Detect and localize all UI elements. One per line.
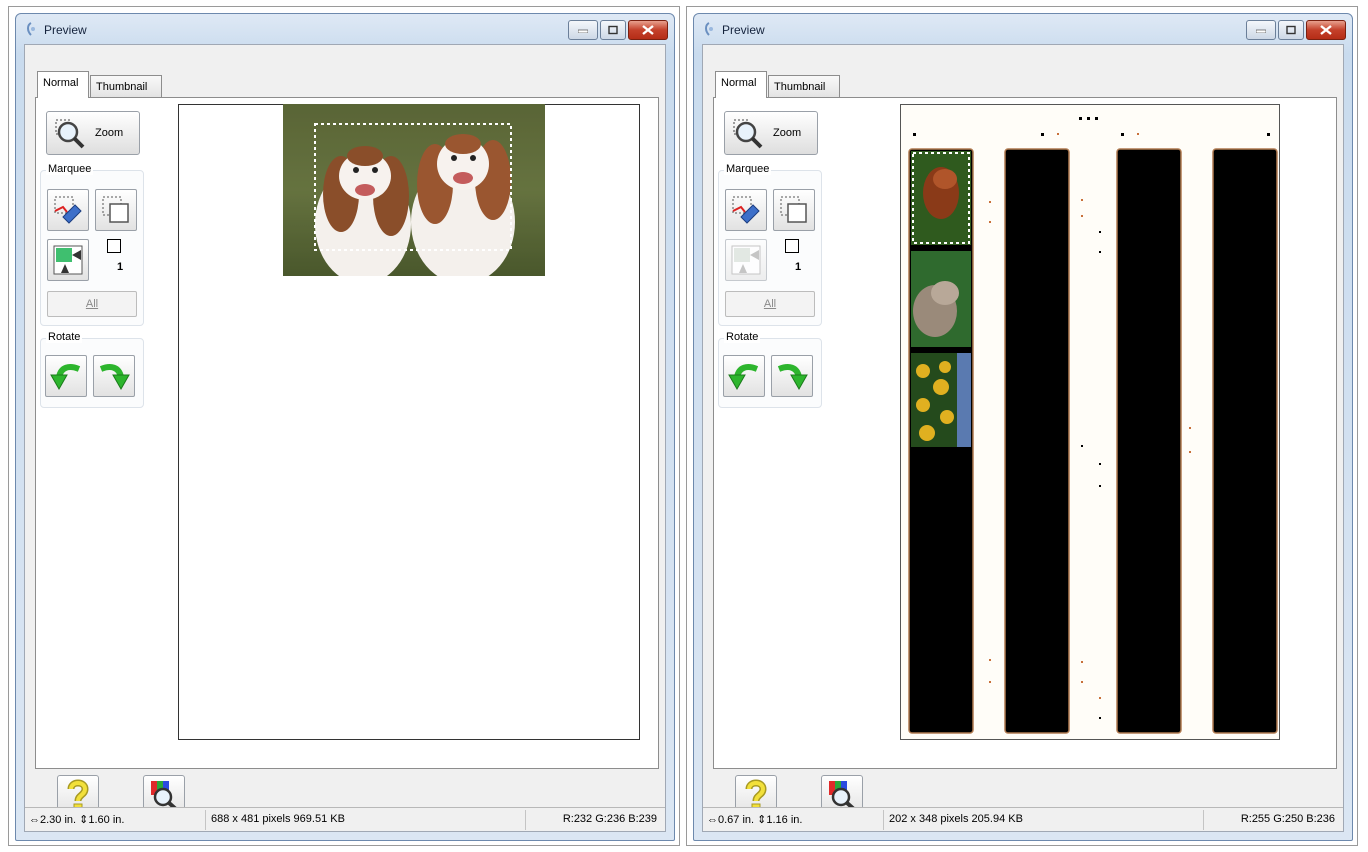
marquee-count-box bbox=[785, 239, 799, 253]
marquee-group-label: Marquee bbox=[724, 163, 772, 175]
marquee-count: 1 bbox=[795, 261, 802, 273]
minimize-button[interactable] bbox=[1246, 20, 1276, 40]
preview-area[interactable] bbox=[178, 104, 640, 740]
marquee-count-box bbox=[107, 239, 121, 253]
minimize-button[interactable] bbox=[568, 20, 598, 40]
rotate-group: Rotate bbox=[40, 331, 144, 408]
status-scan-size: ⇔2.30 in. ⇕1.60 in. bbox=[29, 814, 125, 826]
zoom-label: Zoom bbox=[773, 127, 802, 139]
duplicate-marquee-icon bbox=[780, 196, 807, 223]
auto-locate-button[interactable] bbox=[47, 239, 89, 281]
create-marquee-button[interactable] bbox=[47, 189, 89, 231]
rotate-group-label: Rotate bbox=[724, 331, 761, 343]
preview-area[interactable] bbox=[900, 104, 1280, 740]
duplicate-marquee-button[interactable] bbox=[773, 189, 815, 231]
window-client-area: Normal Thumbnail Zoom Marquee 1 All Rota… bbox=[702, 44, 1344, 832]
title-bar[interactable]: Preview bbox=[694, 14, 1352, 44]
status-scan-size: ⇔0.67 in. ⇕1.16 in. bbox=[707, 814, 803, 826]
tool-column: Zoom Marquee 1 All Rotate bbox=[36, 98, 176, 768]
close-button[interactable] bbox=[628, 20, 668, 40]
auto-locate-button[interactable] bbox=[725, 239, 767, 281]
window-title: Preview bbox=[722, 23, 765, 37]
marquee-group: Marquee 1 All bbox=[718, 163, 822, 326]
maximize-button[interactable] bbox=[1278, 20, 1304, 40]
rotate-left-button[interactable] bbox=[45, 355, 87, 397]
marquee-count: 1 bbox=[117, 261, 124, 273]
auto-locate-icon bbox=[731, 245, 761, 275]
marquee-group-label: Marquee bbox=[46, 163, 94, 175]
marquee-group: Marquee 1 All bbox=[40, 163, 144, 326]
minimize-icon bbox=[1256, 29, 1266, 33]
close-icon bbox=[1320, 25, 1332, 35]
minimize-icon bbox=[578, 29, 588, 33]
preview-window: Preview Normal Thumbnail Zoom Marquee 1 … bbox=[693, 13, 1353, 841]
rotate-right-button[interactable] bbox=[93, 355, 135, 397]
window-title: Preview bbox=[44, 23, 87, 37]
rotate-left-button[interactable] bbox=[723, 355, 765, 397]
status-pixels: 688 x 481 pixels 969.51 KB bbox=[211, 813, 345, 825]
auto-locate-icon bbox=[53, 245, 83, 275]
tool-column: Zoom Marquee 1 All Rotate bbox=[714, 98, 854, 768]
magnifier-icon bbox=[55, 119, 85, 149]
maximize-button[interactable] bbox=[600, 20, 626, 40]
close-icon bbox=[642, 25, 654, 35]
tab-panel: Zoom Marquee 1 All Rotate bbox=[35, 97, 659, 769]
rotate-right-icon bbox=[99, 364, 130, 391]
all-button[interactable]: All bbox=[47, 291, 137, 317]
rotate-group: Rotate bbox=[718, 331, 822, 408]
preview-window: Preview Normal Thumbnail Zoom Marquee 1 … bbox=[15, 13, 675, 841]
close-button[interactable] bbox=[1306, 20, 1346, 40]
all-button[interactable]: All bbox=[725, 291, 815, 317]
left-screenshot-frame: Preview Normal Thumbnail Zoom Marquee 1 … bbox=[8, 6, 680, 846]
dogs-photo-preview[interactable] bbox=[283, 104, 545, 276]
rotate-right-icon bbox=[777, 364, 808, 391]
status-divider bbox=[205, 810, 206, 830]
status-divider bbox=[1203, 810, 1204, 830]
scanner-icon bbox=[27, 22, 35, 36]
status-bar: ⇔0.67 in. ⇕1.16 in. 202 x 348 pixels 205… bbox=[703, 807, 1343, 831]
duplicate-marquee-icon bbox=[102, 196, 129, 223]
status-bar: ⇔2.30 in. ⇕1.60 in. 688 x 481 pixels 969… bbox=[25, 807, 665, 831]
maximize-icon bbox=[1286, 25, 1296, 35]
right-screenshot-frame: Preview Normal Thumbnail Zoom Marquee 1 … bbox=[686, 6, 1358, 846]
scanner-icon bbox=[705, 22, 713, 36]
status-rgb: R:232 G:236 B:239 bbox=[562, 813, 657, 825]
zoom-button[interactable]: Zoom bbox=[724, 111, 818, 155]
status-pixels: 202 x 348 pixels 205.94 KB bbox=[889, 813, 1023, 825]
tab-thumbnail[interactable]: Thumbnail bbox=[90, 75, 162, 97]
rotate-left-icon bbox=[728, 364, 759, 391]
status-divider bbox=[525, 810, 526, 830]
film-strips-preview[interactable] bbox=[901, 105, 1279, 739]
window-client-area: Normal Thumbnail Zoom Marquee 1 All Rota… bbox=[24, 44, 666, 832]
tab-panel: Zoom Marquee 1 All Rotate bbox=[713, 97, 1337, 769]
create-marquee-button[interactable] bbox=[725, 189, 767, 231]
tab-normal[interactable]: Normal bbox=[37, 71, 89, 98]
status-divider bbox=[883, 810, 884, 830]
status-rgb: R:255 G:250 B:236 bbox=[1240, 813, 1335, 825]
magnifier-icon bbox=[733, 119, 763, 149]
tab-normal[interactable]: Normal bbox=[715, 71, 767, 98]
title-bar[interactable]: Preview bbox=[16, 14, 674, 44]
rotate-left-icon bbox=[50, 364, 81, 391]
duplicate-marquee-button[interactable] bbox=[95, 189, 137, 231]
zoom-label: Zoom bbox=[95, 127, 124, 139]
create-marquee-icon bbox=[732, 196, 760, 224]
maximize-icon bbox=[608, 25, 618, 35]
rotate-right-button[interactable] bbox=[771, 355, 813, 397]
zoom-button[interactable]: Zoom bbox=[46, 111, 140, 155]
tab-thumbnail[interactable]: Thumbnail bbox=[768, 75, 840, 97]
rotate-group-label: Rotate bbox=[46, 331, 83, 343]
create-marquee-icon bbox=[54, 196, 82, 224]
